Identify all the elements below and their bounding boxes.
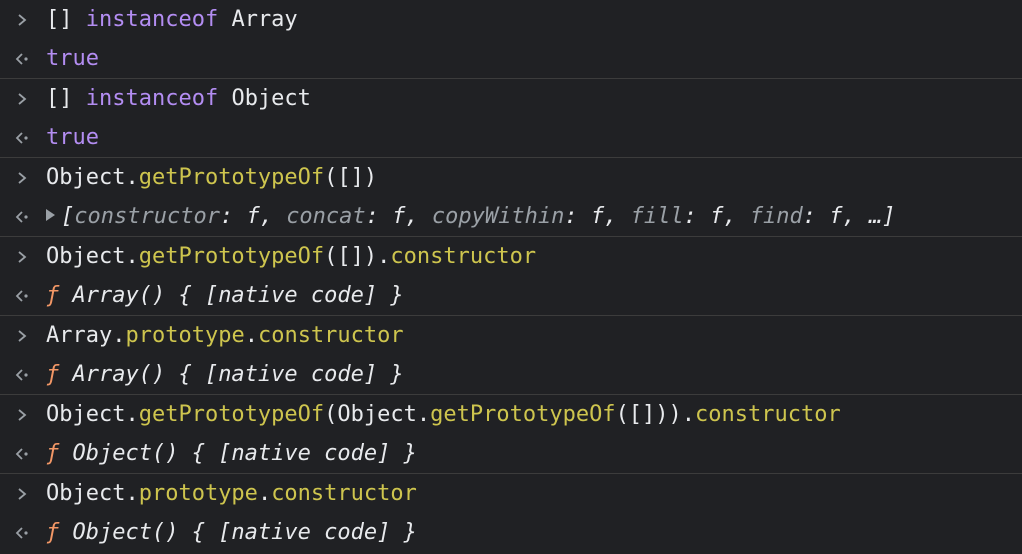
code-token: ([])).: [615, 402, 696, 427]
code-token: constructor: [390, 244, 537, 269]
chevron-right-icon: [14, 0, 30, 39]
console-input-line[interactable]: [] instanceof Object: [0, 79, 1022, 118]
console-entry: [] instanceof Object true: [0, 79, 1022, 158]
console-output-line[interactable]: [constructor: f, concat: f, copyWithin: …: [0, 197, 1022, 236]
console-entry: Object.getPrototypeOf(Object.getPrototyp…: [0, 395, 1022, 474]
console-output-line: ƒ Array() { [native code] }: [0, 355, 1022, 394]
result-token: Object() { [native code] }: [59, 520, 417, 545]
return-arrow-icon: [14, 355, 30, 394]
result-token: ƒ: [46, 283, 60, 308]
code-token: instanceof: [85, 86, 219, 111]
console-entry: Array.prototype.constructor ƒ Array() { […: [0, 316, 1022, 395]
code-token: []: [46, 7, 86, 32]
chevron-right-icon: [14, 395, 30, 434]
code-token: prototype: [138, 481, 258, 506]
return-arrow-icon: [14, 118, 30, 157]
return-arrow-icon: [14, 197, 30, 236]
triangle-right-icon[interactable]: [46, 209, 55, 221]
code-token: getPrototypeOf: [138, 244, 325, 269]
result-token: : f,: [683, 204, 750, 229]
result-token: Object() { [native code] }: [59, 441, 417, 466]
code-token: getPrototypeOf: [138, 402, 325, 427]
result-token: : f, …]: [802, 204, 896, 229]
console-input-line[interactable]: Object.prototype.constructor: [0, 474, 1022, 513]
console-input-line[interactable]: [] instanceof Array: [0, 0, 1022, 39]
result-token: : f,: [365, 204, 432, 229]
code-token: Object.: [46, 481, 139, 506]
console-input-line[interactable]: Array.prototype.constructor: [0, 316, 1022, 355]
return-arrow-icon: [14, 39, 30, 78]
result-token: [: [61, 204, 75, 229]
code-token: getPrototypeOf: [430, 402, 616, 427]
result-token: true: [46, 125, 99, 150]
result-token: concat: [286, 204, 366, 229]
result-token: find: [749, 204, 803, 229]
console-entry: Object.prototype.constructor ƒ Object() {…: [0, 474, 1022, 552]
chevron-right-icon: [14, 79, 30, 118]
console-entry: [] instanceof Array true: [0, 0, 1022, 79]
code-token: ([]): [324, 165, 378, 190]
result-token: true: [46, 46, 99, 71]
code-token: constructor: [257, 323, 404, 348]
code-token: .: [257, 481, 272, 506]
code-token: Array: [218, 7, 298, 32]
chevron-right-icon: [14, 316, 30, 355]
result-token: : f,: [219, 204, 287, 229]
code-token: getPrototypeOf: [138, 165, 325, 190]
console-input-line[interactable]: Object.getPrototypeOf([]).constructor: [0, 237, 1022, 276]
result-token: ƒ: [46, 362, 60, 387]
console-output-line: ƒ Object() { [native code] }: [0, 513, 1022, 552]
code-token: Object.: [46, 165, 139, 190]
return-arrow-icon: [14, 434, 30, 473]
return-arrow-icon: [14, 276, 30, 315]
chevron-right-icon: [14, 474, 30, 513]
code-token: constructor: [695, 402, 841, 427]
code-token: Array.: [46, 323, 126, 348]
code-token: .: [244, 323, 258, 348]
devtools-console: [] instanceof Array true[] instanceof Obj…: [0, 0, 1022, 554]
console-output-line: ƒ Object() { [native code] }: [0, 434, 1022, 473]
code-token: []: [46, 86, 86, 111]
result-token: copyWithin: [431, 204, 565, 229]
console-output-line: true: [0, 39, 1022, 78]
code-token: (Object.: [324, 402, 431, 427]
console-input-line[interactable]: Object.getPrototypeOf([]): [0, 158, 1022, 197]
chevron-right-icon: [14, 158, 30, 197]
result-token: Array() { [native code] }: [59, 283, 404, 308]
console-output-line: ƒ Array() { [native code] }: [0, 276, 1022, 315]
result-token: constructor: [74, 204, 220, 229]
result-token: fill: [630, 204, 684, 229]
code-token: instanceof: [85, 7, 219, 32]
console-input-line[interactable]: Object.getPrototypeOf(Object.getPrototyp…: [0, 395, 1022, 434]
chevron-right-icon: [14, 237, 30, 276]
result-token: Array() { [native code] }: [59, 362, 404, 387]
code-token: Object.: [46, 244, 139, 269]
code-token: Object: [218, 86, 311, 111]
console-entry: Object.getPrototypeOf([]).constructor ƒ A…: [0, 237, 1022, 316]
code-token: constructor: [271, 481, 417, 506]
code-token: ([]).: [324, 244, 391, 269]
return-arrow-icon: [14, 513, 30, 552]
console-output-line: true: [0, 118, 1022, 157]
result-token: ƒ: [46, 520, 60, 545]
code-token: Object.: [46, 402, 139, 427]
console-entry: Object.getPrototypeOf([]) [constructor: f…: [0, 158, 1022, 237]
code-token: prototype: [125, 323, 245, 348]
result-token: ƒ: [46, 441, 60, 466]
result-token: : f,: [564, 204, 631, 229]
